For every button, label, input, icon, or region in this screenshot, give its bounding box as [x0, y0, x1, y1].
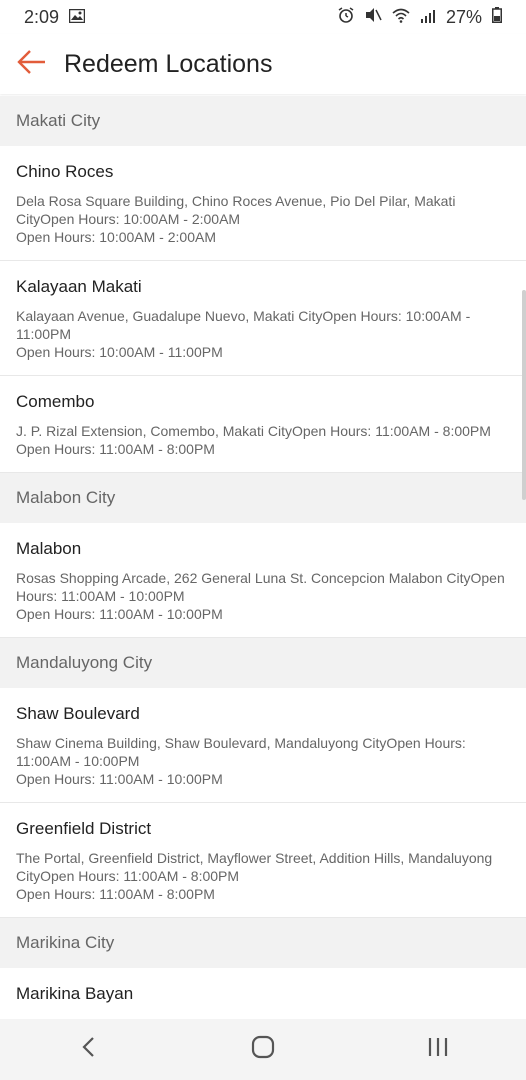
location-hours: Open Hours: 10:00AM - 11:00PM [16, 344, 223, 360]
location-item-chino-roces[interactable]: Chino Roces Dela Rosa Square Building, C… [0, 146, 526, 261]
location-item-kalayaan-makati[interactable]: Kalayaan Makati Kalayaan Avenue, Guadalu… [0, 261, 526, 376]
location-item-greenfield-district[interactable]: Greenfield District The Portal, Greenfie… [0, 803, 526, 918]
status-left: 2:09 [24, 6, 86, 28]
location-address: Dela Rosa Square Building, Chino Roces A… [16, 193, 456, 227]
location-name: Kalayaan Makati [16, 277, 142, 296]
back-nav-icon [81, 1036, 95, 1063]
location-item-malabon[interactable]: Malabon Rosas Shopping Arcade, 262 Gener… [0, 523, 526, 638]
nav-recents-button[interactable] [398, 1019, 478, 1080]
nav-back-button[interactable] [48, 1019, 128, 1080]
section-header-malabon: Malabon City [0, 473, 526, 523]
location-item-comembo[interactable]: Comembo J. P. Rizal Extension, Comembo, … [0, 376, 526, 473]
battery-icon [492, 6, 502, 28]
status-right: 27% [338, 6, 502, 28]
location-item-shaw-boulevard[interactable]: Shaw Boulevard Shaw Cinema Building, Sha… [0, 688, 526, 803]
location-name: Greenfield District [16, 819, 152, 838]
alarm-icon [338, 6, 354, 28]
back-button[interactable] [0, 34, 64, 94]
location-address: Rosas Shopping Arcade, 262 General Luna … [16, 570, 505, 604]
status-time: 2:09 [24, 6, 60, 27]
navigation-bar [0, 1019, 526, 1080]
location-name: Marikina Bayan [16, 984, 134, 1003]
location-item-marikina-bayan[interactable]: Marikina Bayan [0, 968, 526, 1019]
location-address: J. P. Rizal Extension, Comembo, Makati C… [16, 423, 491, 439]
location-name: Comembo [16, 392, 95, 411]
app-bar: Redeem Locations [0, 34, 526, 94]
location-hours: Open Hours: 11:00AM - 8:00PM [16, 441, 215, 457]
section-header-makati: Makati City [0, 96, 526, 146]
signal-icon [420, 7, 436, 28]
location-name: Malabon [16, 539, 82, 558]
home-nav-icon [251, 1035, 275, 1064]
location-hours: Open Hours: 11:00AM - 8:00PM [16, 886, 215, 902]
location-address: Shaw Cinema Building, Shaw Boulevard, Ma… [16, 735, 466, 769]
location-hours: Open Hours: 10:00AM - 2:00AM [16, 229, 216, 245]
battery-text: 27% [445, 6, 482, 27]
location-name: Shaw Boulevard [16, 704, 140, 723]
wifi-icon [392, 7, 410, 28]
location-hours: Open Hours: 11:00AM - 10:00PM [16, 771, 223, 787]
gallery-icon [68, 7, 86, 28]
locations-list[interactable]: Makati City Chino Roces Dela Rosa Square… [0, 96, 526, 1019]
location-name: Chino Roces [16, 162, 114, 181]
section-header-mandaluyong: Mandaluyong City [0, 638, 526, 688]
back-arrow-icon [17, 49, 47, 79]
location-address: The Portal, Greenfield District, Mayflow… [16, 850, 493, 884]
nav-home-button[interactable] [223, 1019, 303, 1080]
scrollbar[interactable] [522, 290, 526, 500]
recents-nav-icon [427, 1037, 449, 1062]
location-address: Kalayaan Avenue, Guadalupe Nuevo, Makati… [16, 308, 471, 342]
section-header-marikina: Marikina City [0, 918, 526, 968]
page-title: Redeem Locations [64, 49, 273, 78]
mute-icon [364, 7, 382, 28]
status-bar: 2:09 27% [0, 0, 526, 34]
location-hours: Open Hours: 11:00AM - 10:00PM [16, 606, 223, 622]
